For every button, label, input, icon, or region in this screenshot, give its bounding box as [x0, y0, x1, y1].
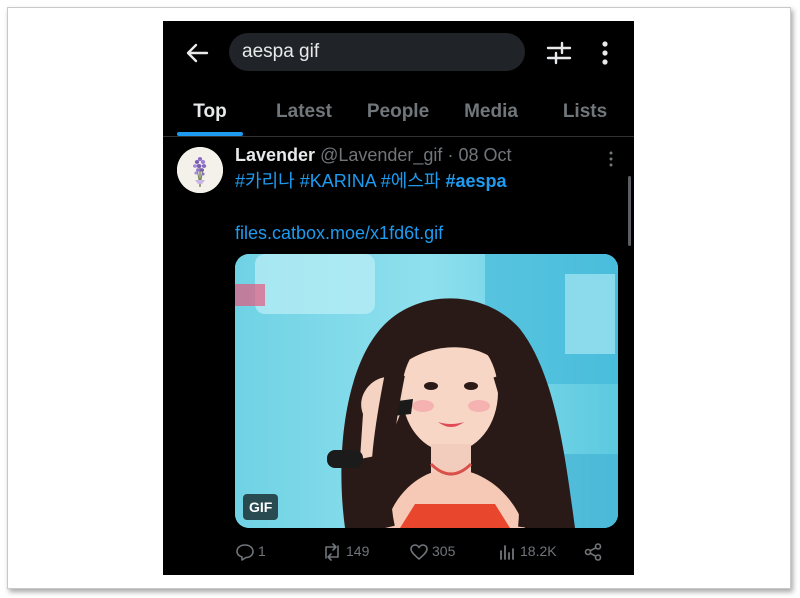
meta-separator: ·	[447, 145, 454, 165]
filter-button[interactable]	[545, 39, 573, 67]
like-button[interactable]: 305	[409, 540, 455, 562]
share-icon	[584, 543, 602, 562]
sliders-icon	[546, 41, 572, 65]
author-handle[interactable]: @Lavender_gif	[320, 145, 442, 165]
avatar[interactable]	[177, 147, 223, 193]
tab-label: Lists	[562, 101, 608, 122]
tweet-hashtags: #카리나 #KARINA #에스파 #aespa	[235, 169, 507, 193]
bar-chart-icon	[500, 545, 514, 561]
gif-badge: GIF	[243, 494, 279, 520]
hashtag-link[interactable]: #카리나	[235, 171, 295, 191]
like-count: 305	[432, 543, 456, 559]
gif-photo-image	[235, 254, 618, 528]
hashtag-link[interactable]: #aespa	[446, 171, 507, 191]
more-vertical-icon	[602, 41, 608, 65]
tab-lists[interactable]: Lists	[545, 93, 625, 137]
tweet-options-button[interactable]	[603, 149, 619, 169]
tab-label: Media	[464, 101, 518, 122]
view-count: 18.2K	[520, 543, 557, 559]
scrollbar[interactable]	[628, 176, 631, 246]
reply-icon	[236, 544, 254, 562]
tab-top[interactable]: Top	[177, 93, 243, 137]
search-tabs: Top Latest People Media Lists	[163, 93, 634, 137]
tweet-media-gif[interactable]: GIF	[235, 254, 618, 528]
active-tab-indicator	[177, 132, 243, 136]
tab-label: Top	[193, 101, 227, 122]
more-vertical-icon	[609, 151, 613, 167]
arrow-left-icon	[186, 43, 209, 63]
hashtag-link[interactable]: #에스파	[381, 171, 441, 191]
tweet-date[interactable]: 08 Oct	[458, 145, 511, 165]
reply-button[interactable]: 1	[235, 540, 266, 562]
retweet-count: 149	[346, 543, 370, 559]
reply-count: 1	[258, 543, 266, 559]
share-button[interactable]	[583, 540, 606, 562]
tab-people[interactable]: People	[355, 93, 441, 137]
hashtag-link[interactable]: #KARINA	[300, 171, 376, 191]
views-button[interactable]: 18.2K	[497, 540, 557, 562]
tweet-header: Lavender @Lavender_gif · 08 Oct	[235, 143, 511, 167]
author-name[interactable]: Lavender	[235, 145, 315, 165]
more-options-button[interactable]	[593, 39, 617, 67]
phone-screen: aespa gif Top Latest People Media Lists …	[163, 21, 634, 575]
lavender-avatar-image	[177, 147, 223, 193]
back-button[interactable]	[183, 39, 211, 67]
tab-latest[interactable]: Latest	[263, 93, 345, 137]
search-header: aespa gif	[163, 21, 634, 85]
heart-icon	[410, 544, 428, 561]
retweet-icon	[325, 543, 339, 562]
tab-media[interactable]: Media	[447, 93, 535, 137]
search-input[interactable]: aespa gif	[229, 33, 525, 71]
tab-label: People	[366, 101, 430, 122]
tab-label: Latest	[276, 101, 332, 122]
tweet-url-link[interactable]: files.catbox.moe/x1fd6t.gif	[235, 221, 443, 245]
retweet-button[interactable]: 149	[321, 540, 369, 562]
